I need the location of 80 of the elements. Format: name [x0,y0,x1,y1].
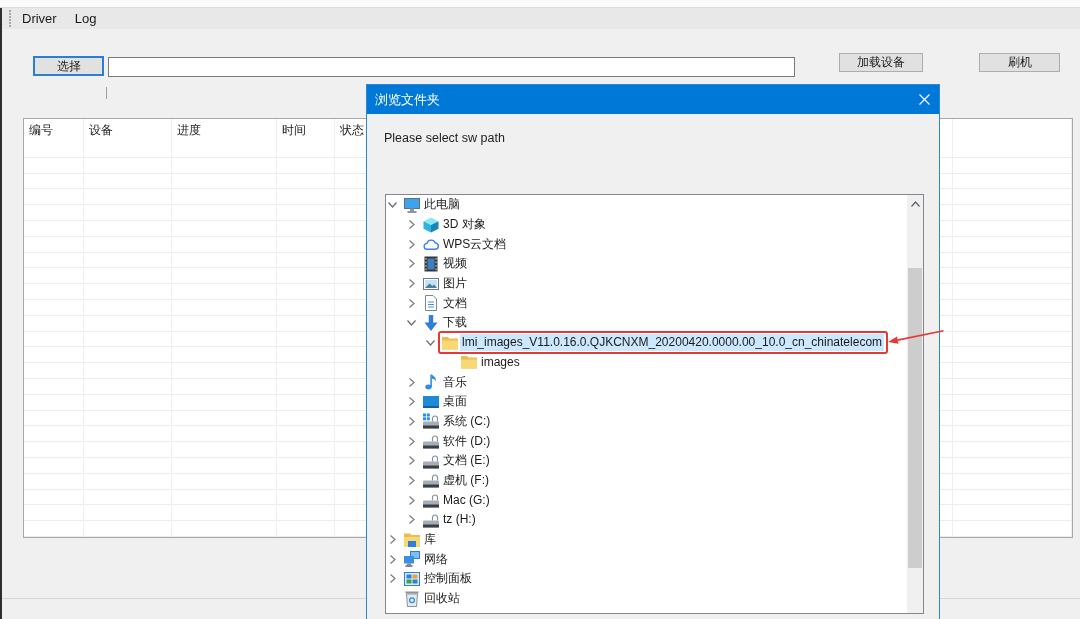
tree-item[interactable]: 回收站 [422,590,462,608]
chevron-right-icon[interactable] [408,397,415,407]
tree-item[interactable]: 文档 [441,294,469,312]
drive-icon [423,511,439,528]
tree-item[interactable]: 3D 对象 [441,216,488,234]
tree-item[interactable]: tz (H:) [441,511,478,529]
tree-item[interactable]: 图片 [441,275,469,293]
annotation-arrow [888,330,945,346]
cloud-icon [423,236,439,253]
chevron-right-icon[interactable] [408,495,415,505]
close-icon [919,94,930,105]
tree-item[interactable]: images [479,353,522,371]
down-arrow-icon [423,314,439,331]
film-icon [423,255,439,272]
close-button[interactable] [919,94,930,105]
chevron-up-icon [910,200,920,207]
select-button[interactable]: 选择 [33,56,104,76]
chevron-right-icon[interactable] [389,574,396,584]
tree-item[interactable]: 网络 [422,550,450,568]
chevron-right-icon[interactable] [408,220,415,230]
chevron-right-icon[interactable] [408,436,415,446]
tree-item[interactable]: 文档 (E:) [441,452,492,470]
library-folder-icon [404,531,420,548]
network-icon [404,551,420,568]
chevron-right-icon[interactable] [408,239,415,249]
drive-icon [423,492,439,509]
drive-icon [423,433,439,450]
menu-item[interactable]: Log [74,11,97,26]
tree-item[interactable]: 下载 [441,314,469,332]
column-header[interactable]: 时间 [282,123,306,138]
tree-item[interactable]: 库 [422,531,438,549]
tree-item[interactable]: 软件 (D:) [441,432,493,450]
column-header[interactable]: 设备 [89,123,113,138]
tree-item[interactable]: 系统 (C:) [441,412,493,430]
column-header[interactable]: 编号 [29,123,53,138]
tree-item[interactable]: 控制面板 [422,570,474,588]
computer-icon [404,196,420,213]
load-device-button[interactable]: 加载设备 [839,53,923,72]
monitor-icon [423,393,439,410]
chevron-right-icon[interactable] [408,416,415,426]
folder-icon [442,334,458,351]
chevron-right-icon[interactable] [408,298,415,308]
menu-item[interactable]: Driver [22,11,57,26]
chevron-down-icon[interactable] [388,201,397,208]
chevron-right-icon[interactable] [389,554,396,564]
chevron-right-icon[interactable] [408,279,415,289]
column-header[interactable]: 状态 [340,123,364,138]
tree-item[interactable]: 虚机 (F:) [441,471,491,489]
chevron-right-icon[interactable] [408,515,415,525]
chevron-down-icon[interactable] [407,319,416,326]
control-panel-icon [404,570,420,587]
chevron-right-icon[interactable] [408,456,415,466]
tree-item[interactable]: 此电脑 [422,196,462,214]
tree-item[interactable]: 音乐 [441,373,469,391]
tree-item[interactable]: Mac (G:) [441,491,492,509]
tree-item[interactable]: WPS云文档 [441,235,509,253]
drive-icon [423,413,439,430]
document-icon [423,295,439,312]
chevron-right-icon[interactable] [408,475,415,485]
music-note-icon [423,374,439,391]
dialog-title: 浏览文件夹 [374,92,440,107]
scrollbar[interactable] [907,195,923,613]
flash-button[interactable]: 刷机 [979,53,1060,72]
scrollbar-thumb[interactable] [908,268,922,568]
chevron-right-icon[interactable] [408,259,415,269]
cube-icon [423,216,439,233]
dialog-prompt: Please select sw path [384,131,505,145]
recycle-bin-icon [404,590,420,607]
column-header[interactable]: 进度 [177,123,201,138]
chevron-right-icon[interactable] [389,535,396,545]
folder-icon [461,354,477,371]
drive-icon [423,452,439,469]
path-field[interactable] [108,57,795,77]
tree-item[interactable]: 视频 [441,255,469,273]
tree-item[interactable]: lmi_images_V11.0.16.0.QJKCNXM_20200420.0000.00_10.0_cn_chinatelecom [460,334,885,352]
chevron-down-icon[interactable] [426,339,435,346]
drive-icon [423,472,439,489]
chevron-right-icon[interactable] [408,377,415,387]
picture-icon [423,275,439,292]
tree-item[interactable]: 桌面 [441,393,469,411]
